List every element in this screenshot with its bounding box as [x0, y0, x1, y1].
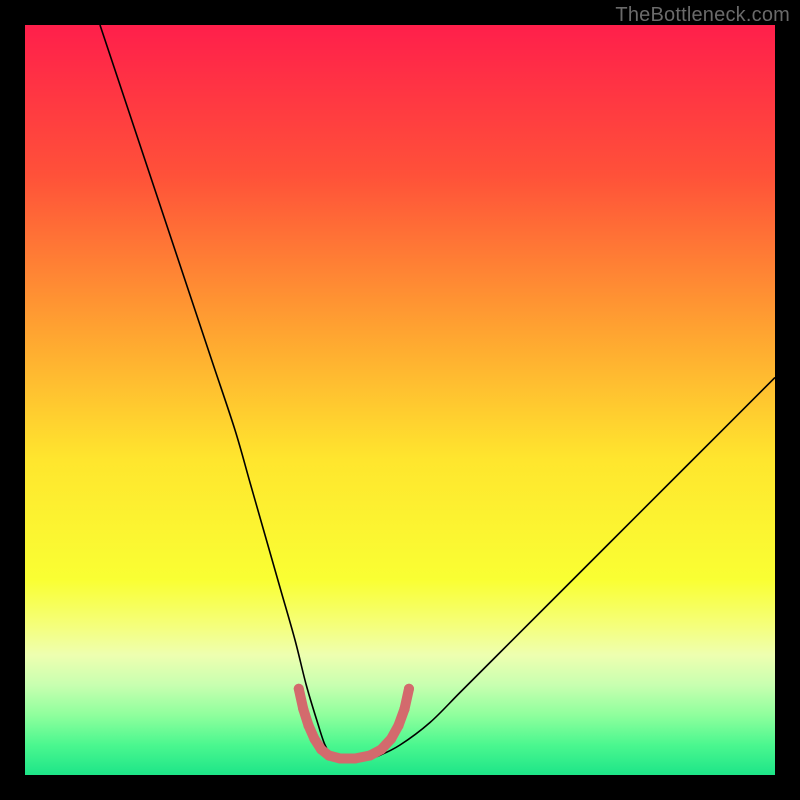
bottleneck-curve	[100, 25, 775, 760]
trough-marker	[294, 684, 414, 764]
watermark-text: TheBottleneck.com	[615, 4, 790, 27]
curve-layer	[25, 25, 775, 775]
plot-area	[25, 25, 775, 775]
chart-frame: TheBottleneck.com	[0, 0, 800, 800]
